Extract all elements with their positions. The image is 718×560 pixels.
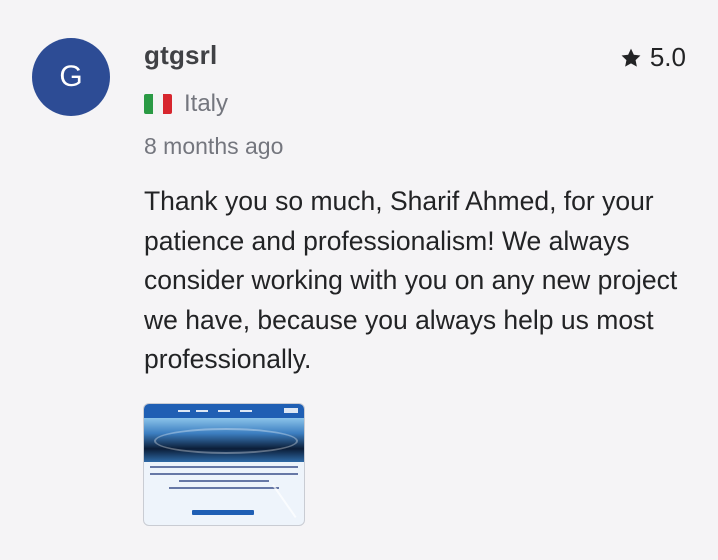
country-name: Italy (184, 90, 229, 117)
thumbnail-watermark (271, 476, 304, 518)
reviewer-country: Italy (144, 90, 228, 118)
reviewer-username[interactable]: gtgsrl (144, 40, 217, 71)
thumbnail-nav-bar (144, 404, 304, 418)
thumbnail-button (192, 510, 254, 515)
review-text: Thank you so much, Sharif Ahmed, for you… (144, 186, 678, 374)
rating-value: 5.0 (649, 42, 686, 72)
rating: 5.0 (620, 42, 686, 73)
thumbnail-water-image (144, 418, 304, 462)
avatar-initial: G (59, 60, 83, 93)
avatar[interactable]: G (32, 38, 110, 116)
star-icon (621, 48, 641, 67)
italy-flag-icon (144, 94, 172, 114)
attachment-thumbnail[interactable] (143, 403, 305, 526)
review-card: G gtgsrl 5.0 Italy 8 months ago Thank yo… (0, 0, 718, 560)
review-time: 8 months ago (144, 133, 284, 159)
